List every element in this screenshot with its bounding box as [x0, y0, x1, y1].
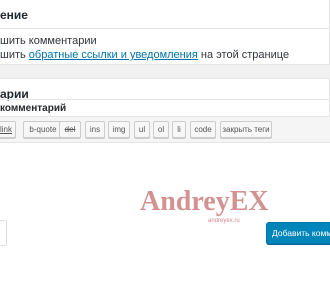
qt-bquote-button[interactable]: b-quote: [23, 121, 63, 138]
add-comment-button[interactable]: Добавить комме: [266, 222, 330, 244]
qt-img-button[interactable]: img: [108, 121, 130, 138]
divider: [0, 99, 330, 100]
qt-li-button[interactable]: li: [172, 121, 186, 138]
allow-trackbacks-option[interactable]: шить обратные ссылки и уведомления на эт…: [0, 49, 289, 61]
watermark-logo: AndreyEX andreyex.ru: [140, 186, 269, 224]
qt-del-button[interactable]: del: [59, 121, 81, 138]
allow-comments-label[interactable]: шить комментарии: [0, 35, 97, 47]
comment-author-field[interactable]: [0, 220, 7, 246]
watermark-url: andreyex.ru: [208, 218, 240, 224]
qt-link-button[interactable]: link: [0, 121, 16, 138]
watermark-text: AndreyEX: [140, 186, 269, 217]
divider: [0, 28, 330, 29]
trackbacks-link[interactable]: обратные ссылки и уведомления: [29, 49, 198, 61]
discussion-title: ение: [0, 8, 28, 22]
allow-trackbacks-suffix: на этой странице: [197, 49, 290, 61]
qt-code-button[interactable]: code: [190, 121, 216, 138]
qt-close-tags-button[interactable]: закрыть теги: [220, 121, 272, 138]
qt-ol-button[interactable]: ol: [153, 121, 169, 138]
allow-trackbacks-label[interactable]: шить: [0, 49, 29, 61]
qt-ul-button[interactable]: ul: [134, 121, 150, 138]
qt-ins-button[interactable]: ins: [85, 121, 105, 138]
allow-comments-option[interactable]: шить комментарии: [0, 35, 97, 47]
discussion-panel: ение шить комментарии шить обратные ссыл…: [0, 0, 330, 65]
quicktags-toolbar: link b-quote del ins img ul ol li code з…: [0, 116, 330, 143]
add-comment-heading: комментарий: [0, 103, 67, 114]
